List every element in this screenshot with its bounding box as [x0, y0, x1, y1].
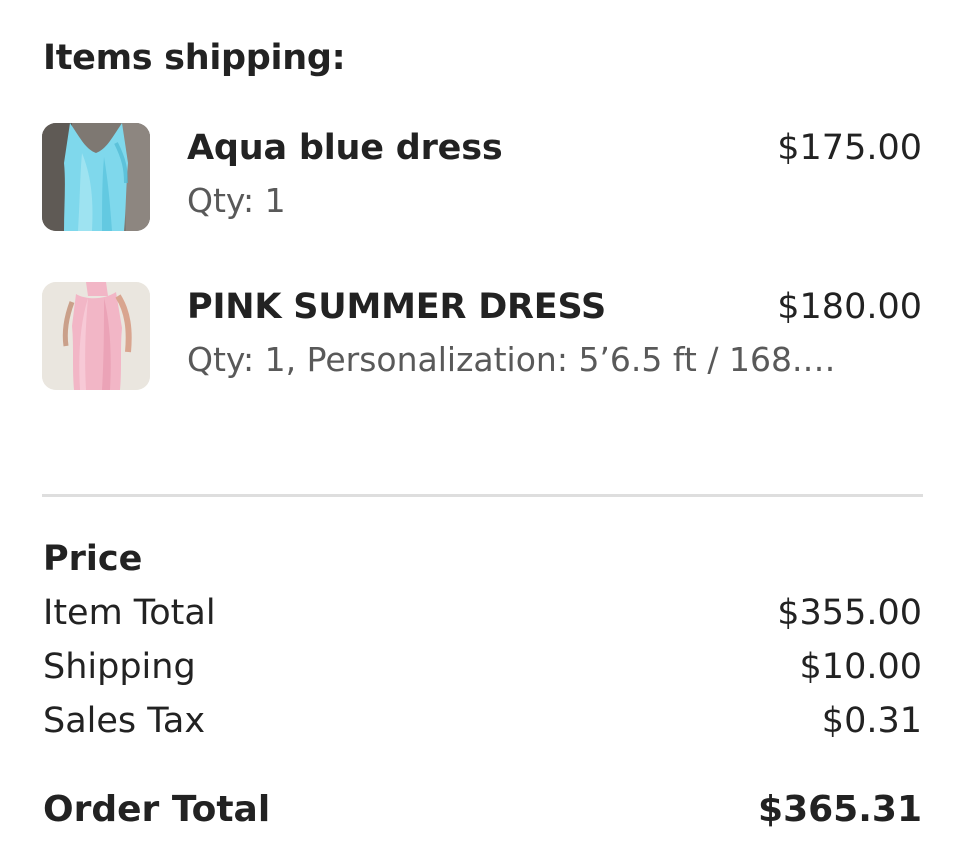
- price-heading: Price: [43, 539, 143, 579]
- item-quantity-personalization: Qty: 1, Personalization: 5’6.5 ft / 168.…: [187, 340, 836, 379]
- sales-tax-value: $0.31: [821, 701, 922, 741]
- item-quantity: Qty: 1: [187, 181, 286, 220]
- sales-tax-label: Sales Tax: [43, 701, 206, 741]
- order-item-aqua-dress[interactable]: Aqua blue dress $175.00 Qty: 1: [42, 123, 922, 231]
- aqua-dress-image: [42, 123, 150, 231]
- item-total-value: $355.00: [777, 593, 922, 633]
- item-name[interactable]: PINK SUMMER DRESS: [187, 285, 606, 329]
- item-total-label: Item Total: [43, 593, 216, 633]
- sales-tax-row: Sales Tax $0.31: [43, 699, 922, 743]
- item-name[interactable]: Aqua blue dress: [187, 126, 503, 170]
- item-price: $180.00: [777, 287, 922, 327]
- pink-dress-thumbnail[interactable]: [42, 282, 150, 390]
- items-shipping-title: Items shipping:: [43, 38, 346, 78]
- pink-dress-image: [42, 282, 150, 390]
- order-total-row: Order Total $365.31: [43, 788, 922, 832]
- section-divider: [42, 494, 923, 497]
- item-total-row: Item Total $355.00: [43, 591, 922, 635]
- shipping-value: $10.00: [799, 647, 922, 687]
- item-price: $175.00: [777, 128, 922, 168]
- order-item-pink-dress[interactable]: PINK SUMMER DRESS $180.00 Qty: 1, Person…: [42, 282, 922, 390]
- order-total-value: $365.31: [758, 789, 922, 830]
- shipping-label: Shipping: [43, 647, 196, 687]
- order-total-label: Order Total: [43, 789, 271, 830]
- shipping-row: Shipping $10.00: [43, 645, 922, 689]
- aqua-dress-thumbnail[interactable]: [42, 123, 150, 231]
